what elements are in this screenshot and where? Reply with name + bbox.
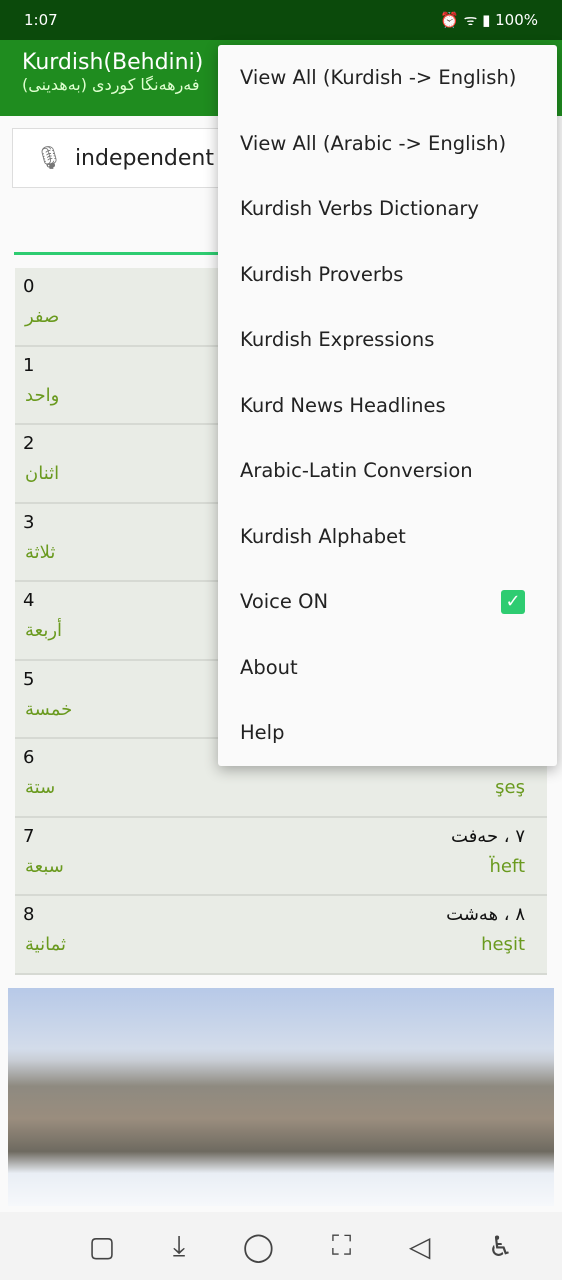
download-icon[interactable]: ⤓ [173, 1229, 185, 1263]
voice-checkbox[interactable]: ✓ [501, 589, 525, 614]
list-item[interactable]: 8 ثمانية ٨ ، هەشت heşit [15, 896, 547, 975]
number: 2 [23, 433, 35, 454]
menu-item[interactable]: Kurdish Verbs Dictionary [218, 176, 557, 242]
menu-item[interactable]: Kurd News Headlines [218, 373, 557, 439]
status-bar: 1:07 ⏰ ᯤ ▮ 100% [0, 0, 562, 40]
menu-item-label: Help [240, 721, 285, 745]
arabic-word: ثمانية [25, 934, 66, 955]
menu-item[interactable]: About [218, 635, 557, 701]
menu-item-label: Kurdish Expressions [240, 328, 435, 352]
search-value: independent [74, 145, 215, 171]
home-icon[interactable]: ◯ [243, 1230, 274, 1263]
microphone-icon[interactable]: 🎙 [35, 146, 63, 171]
number: 7 [23, 825, 35, 847]
battery-level: 100% [495, 11, 538, 29]
menu-item[interactable]: Kurdish Alphabet [218, 504, 557, 570]
menu-item[interactable]: Arabic-Latin Conversion [218, 438, 557, 504]
number: 0 [23, 276, 35, 297]
arabic-word: صفر [25, 306, 60, 327]
latin-word: ḧeft [489, 855, 525, 877]
clock: 1:07 [24, 11, 58, 29]
arabic-word: ثلاثة [25, 541, 56, 563]
latin-word: heşit [481, 934, 525, 955]
menu-item-label: Kurdish Alphabet [240, 524, 406, 548]
arabic-word: ستة [25, 777, 56, 798]
menu-item[interactable]: Kurdish Proverbs [218, 242, 557, 308]
menu-item-label: Voice ON [240, 590, 329, 614]
number: 3 [23, 511, 35, 533]
number: 8 [23, 904, 35, 925]
back-icon[interactable]: ◁ [409, 1230, 431, 1263]
arabic-word: خمسة [25, 698, 73, 720]
number: 4 [23, 590, 35, 611]
menu-item[interactable]: View All (Kurdish -> English) [218, 45, 557, 111]
menu-item-label: Kurd News Headlines [240, 393, 446, 417]
menu-item-label: View All (Arabic -> English) [240, 131, 507, 155]
kurdish-word: ٨ ، هەشت [446, 904, 525, 925]
overflow-menu: View All (Kurdish -> English) View All (A… [218, 45, 557, 766]
status-icons: ⏰ ᯤ ▮ 100% [440, 10, 538, 30]
arabic-word: أربعة [25, 620, 63, 641]
number: 1 [23, 354, 35, 376]
menu-item[interactable]: View All (Arabic -> English) [218, 111, 557, 177]
arabic-word: اثنان [25, 463, 60, 484]
menu-item-label: Arabic-Latin Conversion [240, 459, 473, 483]
menu-item[interactable]: Kurdish Expressions [218, 307, 557, 373]
navigation-bar: ▢ ⤓ ◯ ⛶ ◁ ♿ [0, 1212, 562, 1280]
wifi-icon: ⏰ ᯤ ▮ [440, 11, 491, 29]
number: 6 [23, 747, 35, 768]
recent-apps-icon[interactable]: ▢ [89, 1230, 115, 1263]
arabic-word: واحد [25, 384, 60, 406]
landscape-image [8, 988, 554, 1206]
menu-item[interactable]: Voice ON ✓ [218, 569, 557, 635]
list-item[interactable]: 7 سبعة ٧ ، حەفت ḧeft [15, 817, 547, 896]
menu-item[interactable]: Help [218, 700, 557, 766]
menu-item-label: Kurdish Proverbs [240, 262, 404, 286]
latin-word: şeş [495, 777, 525, 798]
arabic-word: سبعة [25, 855, 64, 877]
menu-item-label: Kurdish Verbs Dictionary [240, 197, 479, 221]
menu-item-label: About [240, 655, 298, 679]
screenshot-icon[interactable]: ⛶ [332, 1229, 352, 1263]
accessibility-icon[interactable]: ♿ [488, 1230, 513, 1263]
menu-item-label: View All (Kurdish -> English) [240, 66, 517, 90]
number: 5 [23, 668, 35, 690]
kurdish-word: ٧ ، حەفت [451, 825, 525, 847]
